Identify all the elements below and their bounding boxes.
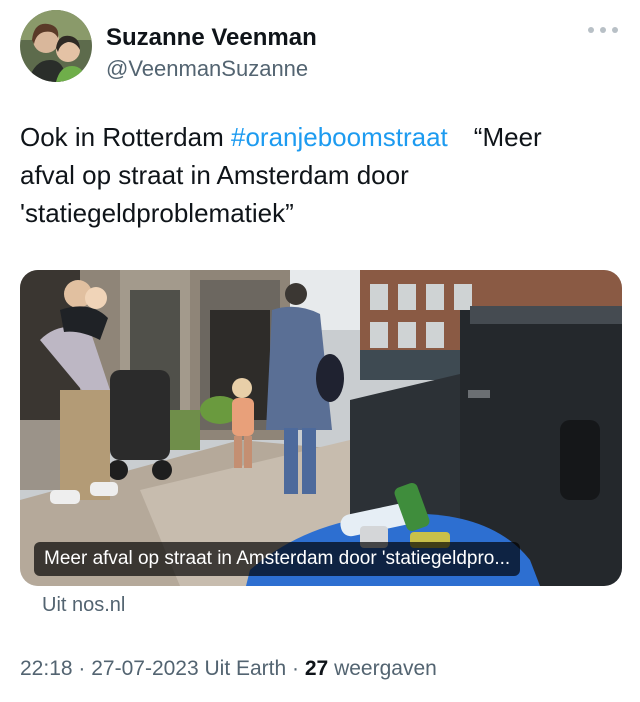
- tweet-text-suffix: “Meer: [473, 122, 542, 152]
- tweet-date[interactable]: 27-07-2023: [91, 657, 198, 680]
- hashtag-link[interactable]: #oranjeboomstraat: [231, 122, 448, 152]
- tweet-text: Ook in Rotterdam #oranjeboomstraat “Meer …: [20, 118, 620, 232]
- views-label: weergaven: [334, 657, 437, 680]
- link-card-caption[interactable]: Meer afval op straat in Amsterdam door '…: [34, 542, 521, 576]
- tweet-header: Suzanne Veenman @VeenmanSuzanne: [20, 10, 620, 82]
- separator-dot: ·: [78, 657, 92, 680]
- user-handle[interactable]: @VeenmanSuzanne: [106, 56, 308, 82]
- tweet-text-prefix: Ook in Rotterdam: [20, 122, 231, 152]
- tweet-text-line-3: 'statiegeldproblematiek”: [20, 198, 294, 228]
- tweet-metadata: 22:18 · 27-07-2023 Uit Earth · 27 weerga…: [20, 657, 437, 681]
- separator-dot: ·: [292, 657, 305, 680]
- user-display-name[interactable]: Suzanne Veenman: [106, 24, 317, 52]
- tweet-text-line-2: afval op straat in Amsterdam door: [20, 160, 409, 190]
- tweet-text-line-1: Ook in Rotterdam #oranjeboomstraat “Meer: [20, 118, 620, 156]
- tweet-time[interactable]: 22:18: [20, 657, 73, 680]
- link-card-image[interactable]: Meer afval op straat in Amsterdam door '…: [20, 270, 622, 586]
- link-source[interactable]: Uit nos.nl: [42, 594, 125, 617]
- tweet-client: Uit Earth: [204, 657, 287, 680]
- avatar[interactable]: [20, 10, 92, 82]
- more-options-icon[interactable]: [588, 20, 618, 40]
- views-count: 27: [304, 657, 329, 680]
